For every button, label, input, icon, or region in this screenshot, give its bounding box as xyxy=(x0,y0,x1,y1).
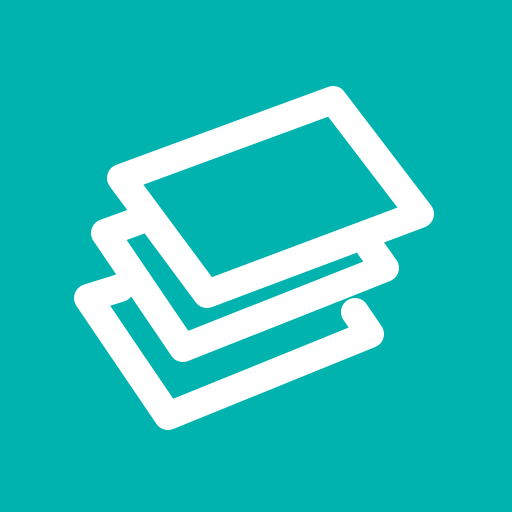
stacked-cards-icon xyxy=(74,86,434,430)
app-icon xyxy=(0,0,512,512)
bottom-card xyxy=(74,274,384,430)
